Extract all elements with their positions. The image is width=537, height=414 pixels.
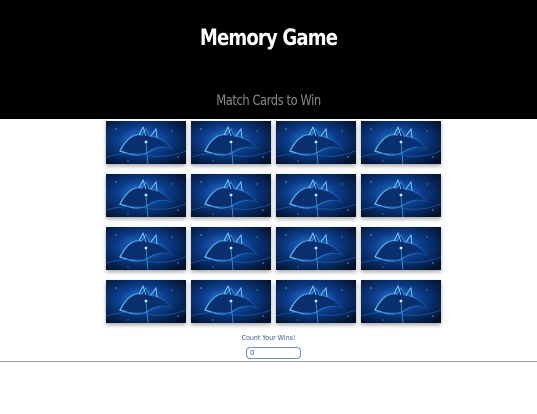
memory-card[interactable] xyxy=(106,121,186,164)
card-back-image xyxy=(106,227,186,270)
card-back-image xyxy=(276,227,356,270)
card-back-image xyxy=(361,121,441,164)
card-back-image xyxy=(361,227,441,270)
divider xyxy=(0,361,537,362)
page-subtitle: Match Cards to Win xyxy=(216,93,321,109)
card-grid xyxy=(106,121,442,325)
memory-card[interactable] xyxy=(361,280,441,323)
card-back-image xyxy=(106,280,186,323)
card-back-image xyxy=(276,174,356,217)
header-bar: Memory Game Match Cards to Win xyxy=(0,0,537,119)
memory-card[interactable] xyxy=(191,174,271,217)
memory-card[interactable] xyxy=(191,227,271,270)
memory-card[interactable] xyxy=(276,174,356,217)
card-back-image xyxy=(191,174,271,217)
page-title: Memory Game xyxy=(199,26,338,51)
card-back-image xyxy=(276,121,356,164)
memory-card[interactable] xyxy=(191,280,271,323)
card-back-image xyxy=(361,174,441,217)
memory-card[interactable] xyxy=(106,174,186,217)
memory-card[interactable] xyxy=(361,174,441,217)
memory-card[interactable] xyxy=(191,121,271,164)
memory-card[interactable] xyxy=(361,121,441,164)
memory-card[interactable] xyxy=(106,227,186,270)
memory-card[interactable] xyxy=(106,280,186,323)
card-back-image xyxy=(191,227,271,270)
card-back-image xyxy=(191,121,271,164)
card-back-image xyxy=(361,280,441,323)
win-counter-field[interactable]: 0 xyxy=(246,347,301,359)
card-back-image xyxy=(106,174,186,217)
memory-card[interactable] xyxy=(361,227,441,270)
memory-card[interactable] xyxy=(276,280,356,323)
card-back-image xyxy=(106,121,186,164)
card-back-image xyxy=(276,280,356,323)
memory-card[interactable] xyxy=(276,227,356,270)
win-counter-label: Count Your Wins! xyxy=(241,334,296,342)
memory-card[interactable] xyxy=(276,121,356,164)
card-back-image xyxy=(191,280,271,323)
